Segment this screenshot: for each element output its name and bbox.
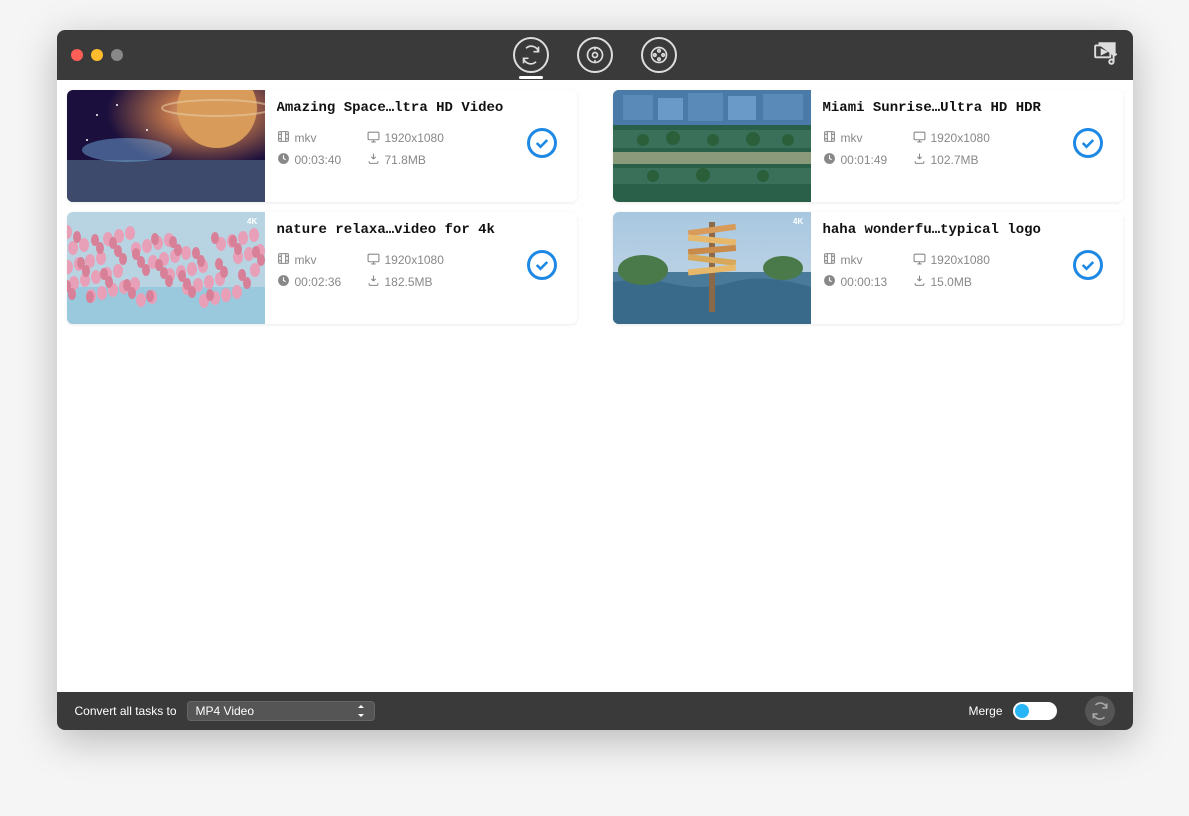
main-content: Amazing Space…ltra HD Video mkv 1920x108…	[57, 80, 1133, 692]
video-thumbnail[interactable]	[67, 90, 265, 202]
select-arrows-icon	[356, 705, 366, 717]
check-icon	[533, 256, 551, 274]
meta-format: mkv	[277, 252, 367, 268]
select-checkbox[interactable]	[527, 128, 557, 158]
meta-format: mkv	[823, 130, 913, 146]
download-icon	[913, 152, 926, 168]
meta-size: 182.5MB	[367, 274, 477, 290]
meta-resolution: 1920x1080	[367, 130, 477, 146]
meta-size: 102.7MB	[913, 152, 1023, 168]
convert-tab[interactable]	[513, 37, 549, 73]
video-title: haha wonderfu…typical logo	[823, 222, 1111, 238]
video-card-body: nature relaxa…video for 4k mkv 1920x1080…	[265, 212, 577, 324]
film-icon	[823, 130, 836, 146]
monitor-icon	[913, 130, 926, 146]
sync-icon	[1091, 702, 1109, 720]
window-controls	[71, 49, 123, 61]
library-button[interactable]	[1093, 40, 1119, 71]
meta-duration: 00:03:40	[277, 152, 367, 168]
clock-icon	[277, 274, 290, 290]
check-icon	[1079, 256, 1097, 274]
video-meta: mkv 1920x1080 00:02:36 182.5MB	[277, 252, 565, 290]
monitor-icon	[367, 130, 380, 146]
video-meta: mkv 1920x1080 00:01:49 102.7MB	[823, 130, 1111, 168]
film-icon	[277, 252, 290, 268]
convert-label: Convert all tasks to	[75, 704, 177, 718]
meta-duration: 00:00:13	[823, 274, 913, 290]
video-card[interactable]: Amazing Space…ltra HD Video mkv 1920x108…	[67, 90, 577, 202]
video-thumbnail[interactable]	[613, 90, 811, 202]
film-icon	[277, 130, 290, 146]
media-library-icon	[1093, 40, 1119, 66]
merge-label: Merge	[968, 704, 1002, 718]
minimize-button[interactable]	[91, 49, 103, 61]
merge-toggle[interactable]	[1013, 702, 1057, 720]
refresh-icon	[521, 45, 541, 65]
format-select[interactable]: MP4 Video	[187, 701, 375, 721]
clock-icon	[277, 152, 290, 168]
clock-icon	[823, 274, 836, 290]
toggle-knob	[1015, 704, 1029, 718]
video-card[interactable]: Miami Sunrise…Ultra HD HDR mkv 1920x1080…	[613, 90, 1123, 202]
footer-bar: Convert all tasks to MP4 Video Merge	[57, 692, 1133, 730]
svg-text:4K: 4K	[247, 217, 257, 226]
video-meta: mkv 1920x1080 00:03:40 71.8MB	[277, 130, 565, 168]
clock-icon	[823, 152, 836, 168]
titlebar	[57, 30, 1133, 80]
video-card[interactable]: 4K nature relaxa…video for 4k mkv 1920x1…	[67, 212, 577, 324]
meta-resolution: 1920x1080	[913, 252, 1023, 268]
video-card-body: haha wonderfu…typical logo mkv 1920x1080…	[811, 212, 1123, 324]
start-convert-button[interactable]	[1085, 696, 1115, 726]
select-checkbox[interactable]	[1073, 250, 1103, 280]
select-checkbox[interactable]	[1073, 128, 1103, 158]
meta-duration: 00:02:36	[277, 274, 367, 290]
download-icon	[367, 274, 380, 290]
video-thumbnail[interactable]: 4K	[613, 212, 811, 324]
download-tab[interactable]	[577, 37, 613, 73]
download-icon	[367, 152, 380, 168]
format-selected-value: MP4 Video	[196, 704, 254, 718]
video-title: Miami Sunrise…Ultra HD HDR	[823, 100, 1111, 116]
download-icon	[913, 274, 926, 290]
video-card-body: Amazing Space…ltra HD Video mkv 1920x108…	[265, 90, 577, 202]
meta-duration: 00:01:49	[823, 152, 913, 168]
meta-size: 15.0MB	[913, 274, 1023, 290]
video-card[interactable]: 4K haha wonderfu…typical logo mkv 1920x1…	[613, 212, 1123, 324]
maximize-button[interactable]	[111, 49, 123, 61]
video-card-body: Miami Sunrise…Ultra HD HDR mkv 1920x1080…	[811, 90, 1123, 202]
film-reel-icon	[649, 45, 669, 65]
video-meta: mkv 1920x1080 00:00:13 15.0MB	[823, 252, 1111, 290]
monitor-icon	[913, 252, 926, 268]
meta-format: mkv	[277, 130, 367, 146]
meta-format: mkv	[823, 252, 913, 268]
disc-icon	[585, 45, 605, 65]
app-window: Amazing Space…ltra HD Video mkv 1920x108…	[57, 30, 1133, 730]
video-title: nature relaxa…video for 4k	[277, 222, 565, 238]
video-thumbnail[interactable]: 4K	[67, 212, 265, 324]
meta-resolution: 1920x1080	[367, 252, 477, 268]
meta-resolution: 1920x1080	[913, 130, 1023, 146]
video-grid: Amazing Space…ltra HD Video mkv 1920x108…	[67, 90, 1123, 324]
select-checkbox[interactable]	[527, 250, 557, 280]
media-tab[interactable]	[641, 37, 677, 73]
check-icon	[1079, 134, 1097, 152]
video-title: Amazing Space…ltra HD Video	[277, 100, 565, 116]
meta-size: 71.8MB	[367, 152, 477, 168]
close-button[interactable]	[71, 49, 83, 61]
svg-text:4K: 4K	[793, 217, 803, 226]
film-icon	[823, 252, 836, 268]
toolbar-tabs	[513, 37, 677, 73]
monitor-icon	[367, 252, 380, 268]
check-icon	[533, 134, 551, 152]
